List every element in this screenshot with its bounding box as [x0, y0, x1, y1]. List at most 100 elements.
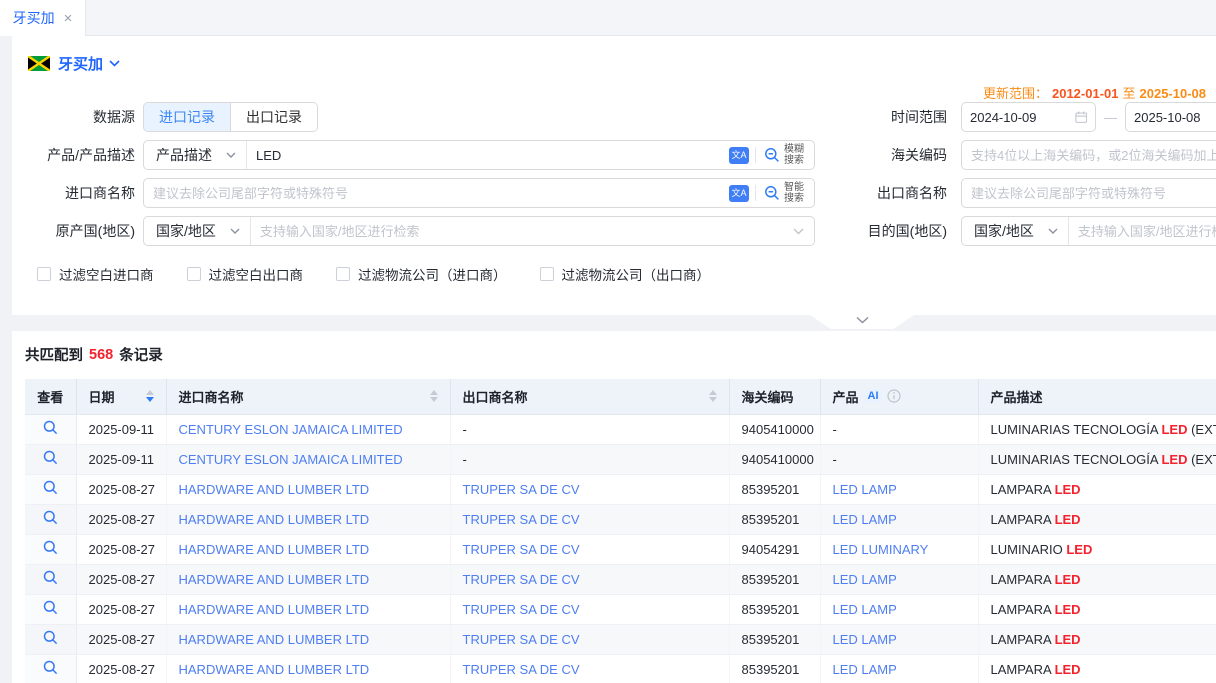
tab-import-records[interactable]: 进口记录: [144, 103, 230, 131]
translate-icon[interactable]: 文A: [729, 147, 749, 164]
translate-icon[interactable]: 文A: [729, 185, 749, 202]
origin-country-input[interactable]: [251, 217, 793, 245]
dest-country-select[interactable]: 国家/地区: [962, 217, 1069, 245]
cell-exporter: -: [450, 414, 729, 444]
update-range: 更新范围：2012-01-01至2025-10-08: [983, 83, 1206, 102]
cell-product: LED LAMP: [820, 654, 978, 683]
cell-exporter-link[interactable]: TRUPER SA DE CV: [463, 602, 580, 617]
column-header-hs_code: 海关编码: [729, 379, 820, 414]
product-search-input[interactable]: [247, 141, 723, 169]
exporter-name-input[interactable]: [962, 179, 1216, 207]
view-record-button[interactable]: [25, 474, 76, 504]
view-record-button[interactable]: [25, 504, 76, 534]
cell-importer-link[interactable]: HARDWARE AND LUMBER LTD: [179, 572, 370, 587]
cell-exporter-link[interactable]: TRUPER SA DE CV: [463, 542, 580, 557]
cell-importer-link[interactable]: CENTURY ESLON JAMAICA LIMITED: [179, 422, 403, 437]
cell-importer-link[interactable]: HARDWARE AND LUMBER LTD: [179, 482, 370, 497]
keyword-highlight: LED: [1055, 602, 1081, 617]
start-date-input[interactable]: [970, 110, 1075, 125]
keyword-highlight: LED: [1055, 482, 1081, 497]
cell-importer-link[interactable]: HARDWARE AND LUMBER LTD: [179, 602, 370, 617]
view-record-button[interactable]: [25, 564, 76, 594]
cell-product-link[interactable]: LED LAMP: [833, 572, 897, 587]
table-row: 2025-09-11CENTURY ESLON JAMAICA LIMITED-…: [25, 444, 1216, 474]
cell-product-link[interactable]: LED LAMP: [833, 512, 897, 527]
cell-product-link[interactable]: LED LAMP: [833, 632, 897, 647]
sort-icon[interactable]: [709, 390, 717, 402]
cell-exporter-link[interactable]: TRUPER SA DE CV: [463, 572, 580, 587]
keyword-highlight: LED: [1066, 542, 1092, 557]
column-header-date[interactable]: 日期: [76, 379, 166, 414]
tab-export-records[interactable]: 出口记录: [230, 103, 317, 131]
keyword-highlight: LED: [1055, 572, 1081, 587]
filter-checkbox-1[interactable]: 过滤空白出口商: [187, 264, 304, 284]
cell-importer-link[interactable]: HARDWARE AND LUMBER LTD: [179, 632, 370, 647]
column-header-importer[interactable]: 进口商名称: [166, 379, 450, 414]
smart-search-button[interactable]: 智能搜索: [756, 182, 814, 204]
checkbox-icon[interactable]: [540, 267, 554, 281]
cell-importer-link[interactable]: HARDWARE AND LUMBER LTD: [179, 512, 370, 527]
view-record-button[interactable]: [25, 444, 76, 474]
cell-importer-link[interactable]: HARDWARE AND LUMBER LTD: [179, 542, 370, 557]
cell-date: 2025-08-27: [76, 594, 166, 624]
cell-description: LAMPARA LED: [978, 504, 1216, 534]
collapse-panel-button[interactable]: [810, 315, 914, 329]
fuzzy-search-button[interactable]: 模糊搜索: [756, 144, 814, 166]
calendar-icon: [1075, 110, 1088, 124]
country-header[interactable]: 牙买加: [12, 36, 1216, 78]
cell-exporter-link[interactable]: TRUPER SA DE CV: [463, 482, 580, 497]
cell-product-link[interactable]: LED LAMP: [833, 662, 897, 677]
sort-icon[interactable]: [430, 390, 438, 402]
date-range-separator: —: [1104, 110, 1117, 125]
data-source-toggle: 进口记录 出口记录: [143, 102, 318, 132]
filter-checkbox-3[interactable]: 过滤物流公司（出口商）: [540, 264, 711, 284]
chevron-down-icon[interactable]: [109, 60, 120, 67]
checkbox-icon[interactable]: [187, 267, 201, 281]
importer-name-input[interactable]: [144, 179, 723, 207]
view-record-button[interactable]: [25, 414, 76, 444]
cell-exporter-link[interactable]: TRUPER SA DE CV: [463, 512, 580, 527]
cell-product-link[interactable]: LED LAMP: [833, 602, 897, 617]
cell-importer: HARDWARE AND LUMBER LTD: [166, 654, 450, 683]
tab-jamaica[interactable]: 牙买加 ×: [0, 0, 86, 36]
cell-exporter-link[interactable]: TRUPER SA DE CV: [463, 662, 580, 677]
filter-checkbox-0[interactable]: 过滤空白进口商: [37, 264, 154, 284]
cell-date: 2025-08-27: [76, 504, 166, 534]
sort-icon[interactable]: [146, 390, 154, 402]
cell-hs-code: 85395201: [729, 504, 820, 534]
product-label: 产品/产品描述: [12, 140, 143, 170]
cell-hs-code: 85395201: [729, 654, 820, 683]
product-type-select[interactable]: 产品描述: [144, 141, 247, 169]
cell-importer: HARDWARE AND LUMBER LTD: [166, 504, 450, 534]
cell-importer-link[interactable]: HARDWARE AND LUMBER LTD: [179, 662, 370, 677]
checkbox-icon[interactable]: [336, 267, 350, 281]
cell-importer-link[interactable]: CENTURY ESLON JAMAICA LIMITED: [179, 452, 403, 467]
column-header-exporter[interactable]: 出口商名称: [450, 379, 729, 414]
column-label: 日期: [89, 387, 115, 406]
close-icon[interactable]: ×: [64, 11, 73, 26]
checkbox-icon[interactable]: [37, 267, 51, 281]
cell-exporter-link[interactable]: TRUPER SA DE CV: [463, 632, 580, 647]
cell-date: 2025-08-27: [76, 534, 166, 564]
dest-country-field: 国家/地区: [961, 216, 1216, 246]
view-record-button[interactable]: [25, 534, 76, 564]
dest-country-input[interactable]: [1069, 217, 1216, 245]
origin-country-label: 原产国(地区): [12, 216, 143, 246]
hs-code-input[interactable]: [962, 141, 1216, 169]
column-label: 出口商名称: [463, 387, 528, 406]
view-record-button[interactable]: [25, 594, 76, 624]
cell-product: LED LUMINARY: [820, 534, 978, 564]
end-date-input[interactable]: [1134, 110, 1216, 125]
update-range-label: 更新范围：: [983, 86, 1048, 101]
origin-country-select[interactable]: 国家/地区: [144, 217, 251, 245]
view-record-button[interactable]: [25, 654, 76, 683]
info-icon[interactable]: [887, 389, 901, 403]
start-date-field[interactable]: [961, 102, 1096, 132]
cell-product-link[interactable]: LED LUMINARY: [833, 542, 929, 557]
view-record-button[interactable]: [25, 624, 76, 654]
filter-checkbox-2[interactable]: 过滤物流公司（进口商）: [336, 264, 507, 284]
cell-product: LED LAMP: [820, 624, 978, 654]
end-date-field[interactable]: [1125, 102, 1216, 132]
cell-date: 2025-08-27: [76, 654, 166, 683]
cell-product-link[interactable]: LED LAMP: [833, 482, 897, 497]
